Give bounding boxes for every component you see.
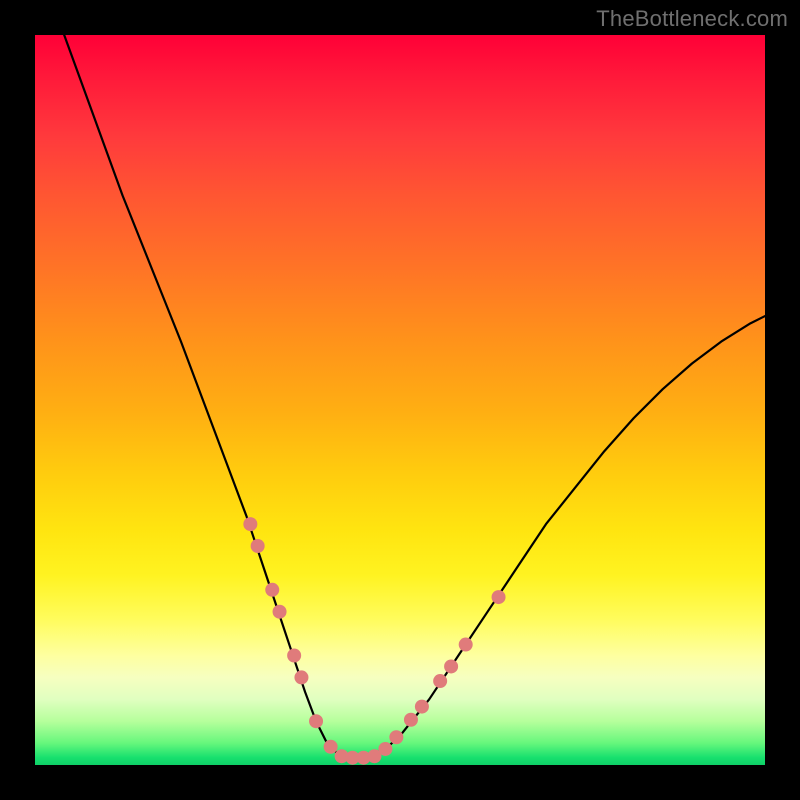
- highlight-dot: [273, 605, 287, 619]
- highlight-dot: [444, 659, 458, 673]
- highlight-dot: [378, 742, 392, 756]
- bottleneck-curve: [64, 35, 765, 758]
- highlight-dot: [324, 740, 338, 754]
- highlight-dot: [404, 713, 418, 727]
- highlight-dot: [459, 638, 473, 652]
- highlight-dot: [265, 583, 279, 597]
- highlight-dot: [287, 649, 301, 663]
- chart-frame: TheBottleneck.com: [0, 0, 800, 800]
- highlight-dot: [492, 590, 506, 604]
- curve-layer: [64, 35, 765, 758]
- highlight-dot: [433, 674, 447, 688]
- plot-area: [35, 35, 765, 765]
- highlight-dot: [243, 517, 257, 531]
- marker-layer: [243, 517, 505, 765]
- chart-svg: [35, 35, 765, 765]
- highlight-dot: [389, 730, 403, 744]
- highlight-dot: [251, 539, 265, 553]
- highlight-dot: [294, 670, 308, 684]
- highlight-dot: [309, 714, 323, 728]
- highlight-dot: [415, 700, 429, 714]
- watermark-text: TheBottleneck.com: [596, 6, 788, 32]
